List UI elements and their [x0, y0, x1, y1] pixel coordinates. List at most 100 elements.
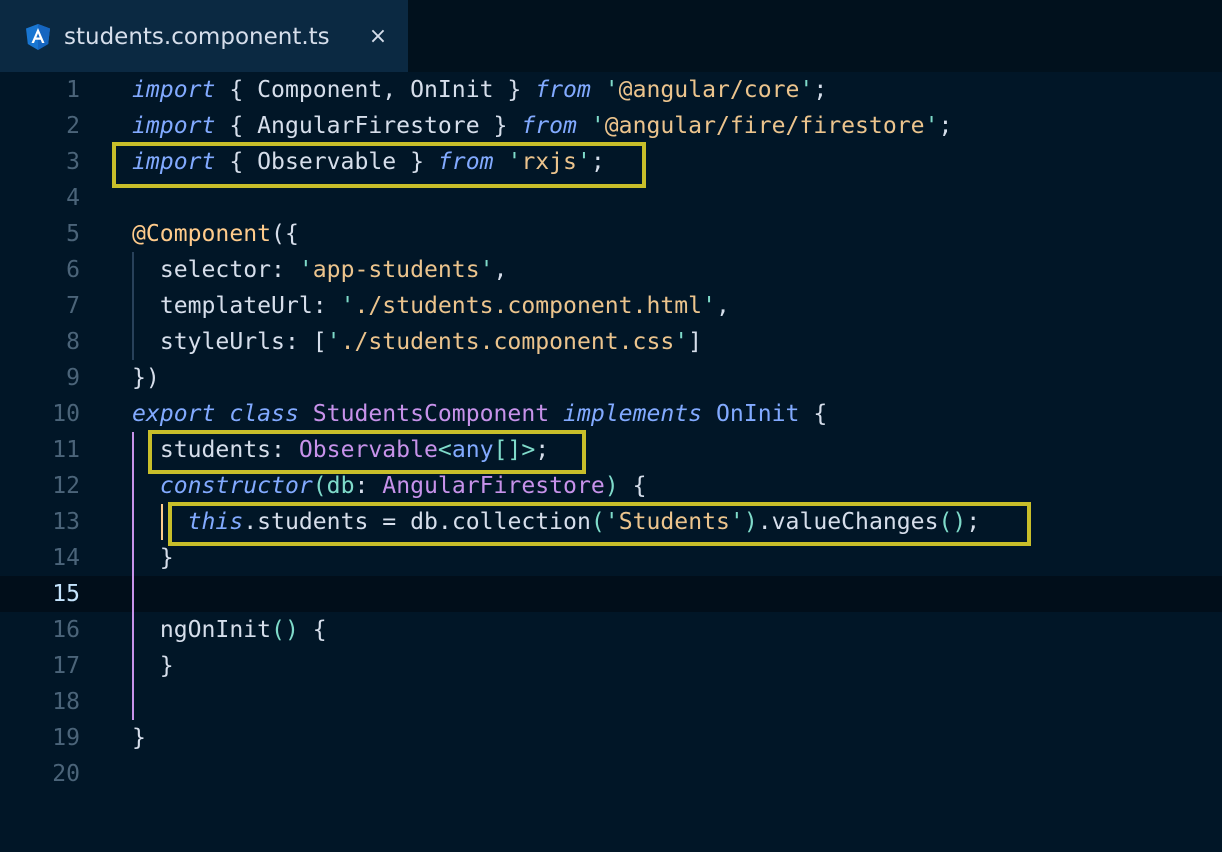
code-token: @angular/fire/firestore [604, 113, 925, 139]
code-token: ; [535, 437, 550, 463]
code-token: OnInit [410, 77, 494, 103]
code-token: @Component [132, 221, 272, 247]
close-icon[interactable]: × [366, 22, 390, 52]
code-line[interactable]: selector: 'app-students', [132, 252, 508, 288]
code-editor[interactable]: 1 2 3 4 5 6 7 8 9 10 11 12 13 14 15 16 17 18 19 20 import {… [0, 72, 1222, 852]
code-token: . [243, 509, 258, 535]
code-token: ' [604, 509, 619, 535]
line-number: 5 [66, 221, 80, 247]
code-token: { [618, 473, 647, 499]
code-line[interactable]: @Component({ [132, 216, 299, 252]
code-line[interactable]: import { Observable } from 'rxjs'; [132, 144, 605, 180]
code-token: app-students [312, 257, 480, 283]
code-token: students [159, 437, 272, 463]
code-token: Observable [257, 149, 397, 175]
code-token: }) [132, 365, 160, 391]
code-token: constructor [159, 473, 313, 499]
code-token: } [132, 653, 174, 679]
code-token: from [437, 149, 494, 175]
code-token: export [132, 401, 216, 427]
code-token: , [382, 77, 411, 103]
code-token: } [479, 113, 522, 139]
code-token: : [354, 473, 383, 499]
code-token: ' [298, 257, 313, 283]
line-number: 13 [52, 509, 80, 535]
code-token: ' [729, 509, 744, 535]
code-line[interactable]: } [132, 720, 146, 756]
tab-bar: students.component.ts × [0, 0, 1222, 72]
indent-guide-decorator [132, 252, 134, 360]
code-line[interactable]: constructor(db: AngularFirestore) { [132, 468, 647, 504]
code-token: Component [257, 77, 383, 103]
code-line[interactable]: templateUrl: './students.component.html'… [132, 288, 730, 324]
line-number: 3 [66, 149, 80, 175]
line-number: 4 [66, 185, 80, 211]
angular-icon [26, 24, 50, 50]
code-token: ' [340, 293, 355, 319]
code-line[interactable]: import { AngularFirestore } from '@angul… [132, 108, 952, 144]
code-token: : [271, 257, 299, 283]
line-number: 15 [52, 581, 80, 607]
code-line[interactable]: }) [132, 360, 160, 396]
code-token: , [715, 293, 730, 319]
code-token: { [215, 77, 258, 103]
code-token: . [437, 509, 452, 535]
code-token: } [493, 77, 536, 103]
code-token: { [799, 401, 828, 427]
code-token: ' [799, 77, 814, 103]
code-line[interactable]: styleUrls: ['./students.component.css'] [132, 324, 702, 360]
code-token: students [257, 509, 369, 535]
indent-guide-constructor-body [161, 504, 163, 540]
code-token: { [215, 149, 258, 175]
code-token: . [757, 509, 772, 535]
code-token: ' [674, 329, 689, 355]
line-number: 12 [52, 473, 80, 499]
line-number: 8 [66, 329, 80, 355]
code-token: ' [507, 149, 522, 175]
code-token: } [132, 725, 146, 751]
code-token: import [132, 77, 216, 103]
code-token: selector [159, 257, 272, 283]
code-line[interactable]: } [132, 648, 174, 684]
code-token: ngOnInit [159, 617, 272, 643]
code-token: class [229, 401, 299, 427]
indent-guide-class-body [132, 432, 134, 720]
code-token: []> [493, 437, 536, 463]
code-line[interactable]: ngOnInit() { [132, 612, 327, 648]
code-token: ' [326, 329, 341, 355]
code-token: ) [604, 473, 619, 499]
code-line[interactable]: students: Observable<any[]>; [132, 432, 549, 468]
code-token: ; [938, 113, 953, 139]
code-line[interactable]: } [132, 540, 174, 576]
code-token: ' [702, 293, 716, 319]
code-token: ' [924, 113, 939, 139]
line-number: 2 [66, 113, 80, 139]
code-token: ./students.component.html [354, 293, 703, 319]
code-token: } [132, 545, 174, 571]
code-token: ] [688, 329, 703, 355]
code-token: () [938, 509, 967, 535]
code-token: ' [479, 257, 494, 283]
code-token: Observable [298, 437, 438, 463]
code-token: implements [563, 401, 703, 427]
code-line[interactable]: import { Component, OnInit } from '@angu… [132, 72, 827, 108]
code-token: ( [590, 509, 605, 535]
code-line[interactable]: this.students = db.collection('Students'… [132, 504, 981, 540]
line-number: 19 [52, 725, 80, 751]
tab-students-component[interactable]: students.component.ts × [0, 0, 408, 72]
code-token: ./students.component.css [340, 329, 675, 355]
code-token: db [410, 509, 438, 535]
code-token: ({ [271, 221, 299, 247]
code-token: () [271, 617, 299, 643]
code-token: : [271, 437, 299, 463]
code-token: = [368, 509, 411, 535]
code-line[interactable]: export class StudentsComponent implement… [132, 396, 827, 432]
